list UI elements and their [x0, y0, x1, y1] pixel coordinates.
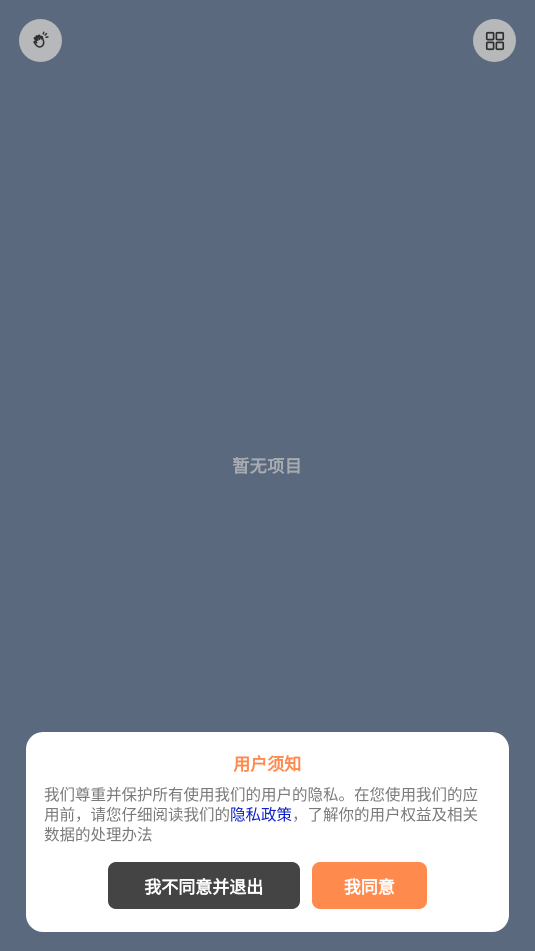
dialog-title: 用户须知	[233, 755, 302, 775]
user-notice-dialog: 用户须知 我们尊重并保护所有使用我们的用户的隐私。在您使用我们的应用前，请您仔细…	[26, 732, 509, 932]
grid-icon	[485, 31, 504, 50]
hand-wave-button[interactable]	[19, 19, 62, 62]
grid-view-button[interactable]	[473, 19, 516, 62]
app-screen: 暂无项目 用户须知 我们尊重并保护所有使用我们的用户的隐私。在您使用我们的应用前…	[0, 0, 535, 951]
privacy-policy-link[interactable]: 隐私政策	[230, 806, 292, 824]
agree-button[interactable]: 我同意	[312, 862, 427, 909]
decline-and-exit-button[interactable]: 我不同意并退出	[108, 862, 300, 909]
empty-state-text: 暂无项目	[232, 457, 303, 477]
hand-wave-icon	[32, 31, 49, 48]
dialog-body: 我们尊重并保护所有使用我们的用户的隐私。在您使用我们的应用前，请您仔细阅读我们的…	[44, 785, 492, 845]
